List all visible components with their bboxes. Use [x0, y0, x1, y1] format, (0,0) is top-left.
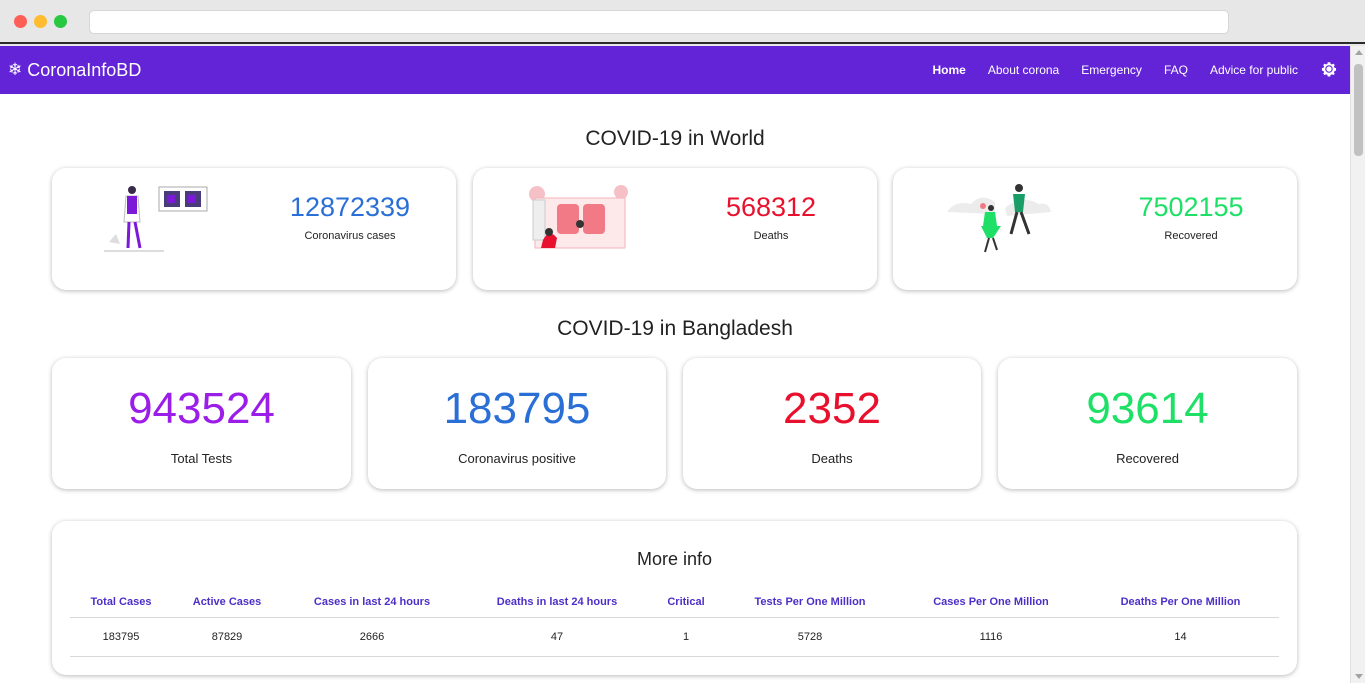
cell-active-cases: 87829 — [172, 617, 282, 657]
bd-deaths-card: 2352 Deaths — [683, 358, 981, 489]
more-info-card: More info Total Cases Active Cases Cases… — [52, 521, 1297, 675]
doctor-illustration — [104, 186, 208, 252]
col-tests-per-million: Tests Per One Million — [720, 587, 900, 618]
nav-home[interactable]: Home — [933, 62, 966, 78]
world-section-title: COVID-19 in World — [585, 127, 765, 150]
bd-tests-card: 943524 Total Tests — [52, 358, 351, 489]
gear-icon[interactable] — [1320, 60, 1338, 78]
cell-critical: 1 — [652, 617, 720, 657]
nav-about-corona[interactable]: About corona — [988, 62, 1059, 78]
col-critical: Critical — [652, 587, 720, 618]
col-cases-per-million: Cases Per One Million — [900, 587, 1082, 618]
hospital-illustration — [529, 185, 628, 249]
world-recovered-value: 7502155 — [1138, 192, 1244, 222]
bd-positive-value: 183795 — [443, 384, 591, 433]
world-cases-label: Coronavirus cases — [304, 230, 396, 242]
more-info-title: More info — [636, 549, 713, 569]
celebration-illustration — [947, 184, 1051, 253]
col-deaths-per-million: Deaths Per One Million — [1082, 587, 1279, 618]
brand[interactable]: ❄ CoronaInfoBD — [8, 59, 141, 81]
nav-advice-for-public[interactable]: Advice for public — [1210, 62, 1298, 78]
virus-icon: ❄ — [8, 60, 23, 79]
bd-positive-label: Coronavirus positive — [458, 451, 576, 466]
nav-links: Home About corona Emergency FAQ Advice f… — [933, 62, 1299, 78]
cell-tests-per-million: 5728 — [720, 617, 900, 657]
navbar: ❄ CoronaInfoBD Home About corona Emergen… — [0, 46, 1350, 94]
bd-deaths-label: Deaths — [811, 451, 853, 466]
address-bar[interactable] — [89, 10, 1229, 34]
col-total-cases: Total Cases — [70, 587, 172, 618]
close-window-button[interactable] — [14, 15, 27, 28]
page-scrollbar[interactable] — [1350, 46, 1365, 683]
world-recovered-label: Recovered — [1164, 230, 1218, 242]
more-info-table: Total Cases Active Cases Cases in last 2… — [70, 587, 1279, 657]
nav-emergency[interactable]: Emergency — [1081, 62, 1142, 78]
bd-tests-value: 943524 — [128, 384, 275, 433]
bd-recovered-card: 93614 Recovered — [998, 358, 1297, 489]
bangladesh-section-title: COVID-19 in Bangladesh — [557, 317, 793, 340]
col-deaths-24h: Deaths in last 24 hours — [462, 587, 652, 618]
world-cases-value: 12872339 — [289, 192, 411, 222]
bd-tests-label: Total Tests — [170, 451, 233, 466]
bd-deaths-value: 2352 — [783, 384, 881, 433]
cell-deaths-24h: 47 — [462, 617, 652, 657]
col-cases-24h: Cases in last 24 hours — [282, 587, 462, 618]
scroll-down-arrow[interactable] — [1355, 674, 1363, 679]
scroll-up-arrow[interactable] — [1355, 50, 1363, 55]
cell-deaths-per-million: 14 — [1082, 617, 1279, 657]
world-deaths-card: 568312 Deaths — [473, 168, 877, 290]
minimize-window-button[interactable] — [34, 15, 47, 28]
col-active-cases: Active Cases — [172, 587, 282, 618]
page-viewport: ❄ CoronaInfoBD Home About corona Emergen… — [0, 46, 1350, 683]
bd-recovered-value: 93614 — [1086, 384, 1209, 433]
world-recovered-card: 7502155 Recovered — [893, 168, 1297, 290]
bd-positive-card: 183795 Coronavirus positive — [368, 358, 666, 489]
cell-cases-per-million: 1116 — [900, 617, 1082, 657]
scroll-thumb[interactable] — [1354, 64, 1363, 156]
nav-faq[interactable]: FAQ — [1164, 62, 1188, 78]
cell-cases-24h: 2666 — [282, 617, 462, 657]
world-deaths-label: Deaths — [753, 230, 789, 242]
world-deaths-value: 568312 — [725, 192, 817, 222]
maximize-window-button[interactable] — [54, 15, 67, 28]
table-header-row: Total Cases Active Cases Cases in last 2… — [70, 587, 1279, 618]
cell-total-cases: 183795 — [70, 617, 172, 657]
bd-recovered-label: Recovered — [1116, 451, 1179, 466]
browser-titlebar — [0, 0, 1365, 44]
brand-name: CoronaInfoBD — [27, 60, 142, 80]
world-cases-card: 12872339 Coronavirus cases — [52, 168, 456, 290]
table-row: 183795 87829 2666 47 1 5728 1116 14 — [70, 617, 1279, 657]
